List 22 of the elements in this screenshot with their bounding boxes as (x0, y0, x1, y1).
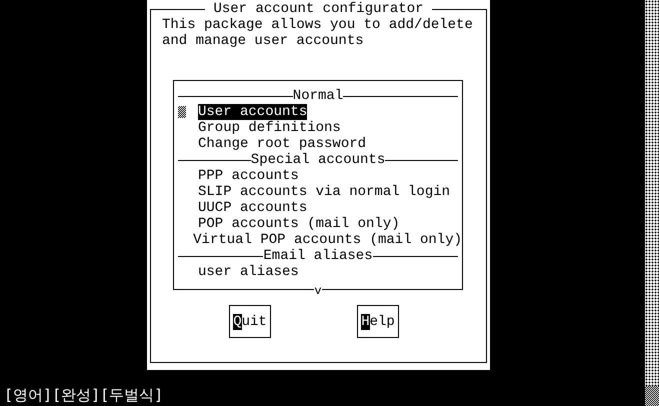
menu-item[interactable]: SLIP accounts via normal login (198, 184, 450, 200)
status-indicator: [완성] (52, 386, 100, 404)
menu-item[interactable]: user aliases (198, 264, 299, 280)
status-indicator: [두벌식] (100, 386, 164, 404)
section-header: Special accounts (250, 152, 386, 168)
menu-item[interactable]: Change root password (198, 136, 366, 152)
menu-item[interactable]: Virtual POP accounts (mail only) (193, 232, 462, 248)
menu-item[interactable]: Group definitions (198, 120, 341, 136)
status-indicator: [영어] (4, 386, 52, 404)
section-header: Email aliases (263, 248, 373, 264)
description-text: This package allows you to add/delete (162, 17, 474, 33)
dialog-button[interactable]: Quit (229, 305, 271, 338)
section-header: Normal (292, 88, 344, 104)
dialog-button[interactable]: Help (357, 305, 399, 338)
menu-item[interactable]: User accounts (198, 104, 308, 120)
description-text: and manage user accounts (162, 33, 365, 49)
scrollbar[interactable] (645, 0, 659, 406)
dialog-title: User account configurator (205, 1, 432, 17)
scrollbar-thumb[interactable] (645, 386, 659, 406)
menu-item[interactable]: UUCP accounts (198, 200, 308, 216)
menu-item[interactable]: POP accounts (mail only) (198, 216, 400, 232)
menu-item[interactable]: PPP accounts (198, 168, 299, 184)
